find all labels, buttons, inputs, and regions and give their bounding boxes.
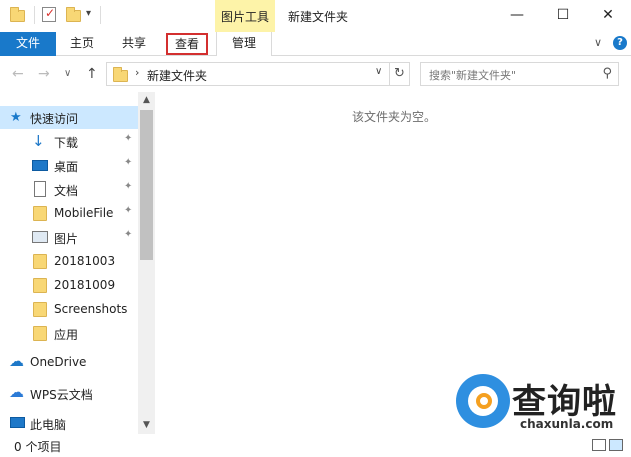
pin-icon[interactable]: ✦ [124,133,132,144]
sidebar-item-this-pc[interactable]: 此电脑 [0,412,138,435]
scroll-down-arrow[interactable]: ▼ [143,420,150,430]
computer-icon [10,417,25,428]
sidebar-item-onedrive[interactable]: ☁ OneDrive [0,351,138,374]
picture-tools-header: 图片工具 [215,0,275,32]
address-path[interactable]: 新建文件夹 [147,67,207,84]
sidebar-item-screenshots[interactable]: Screenshots [0,298,138,321]
download-icon: ↓ [32,132,45,150]
search-input[interactable]: 搜索"新建文件夹" ⚲ [420,62,619,86]
scroll-up-arrow[interactable]: ▲ [143,95,150,105]
sidebar-item-label: 桌面 [54,160,79,174]
minimize-button[interactable]: — [494,0,540,30]
sidebar-item-label: 图片 [54,232,79,246]
document-icon [34,181,46,197]
watermark-q-icon [476,393,492,409]
sidebar-item-quick-access[interactable]: ★ 快速访问 [0,106,138,129]
folder-icon [33,302,47,317]
divider [34,6,35,24]
pin-icon[interactable]: ✦ [124,205,132,216]
tab-view[interactable]: 查看 [166,33,208,55]
pin-icon[interactable]: ✦ [124,181,132,192]
picture-tools-label: 图片工具 [221,10,270,24]
sidebar-item-20181009[interactable]: 20181009 [0,274,138,297]
back-button[interactable]: ← [12,66,24,82]
sidebar-item-label: MobileFile [54,206,114,220]
maximize-button[interactable]: ☐ [540,0,586,30]
divider [100,6,101,24]
folder-icon [33,206,47,221]
sidebar-item-label: 20181003 [54,254,116,268]
empty-folder-message: 该文件夹为空。 [352,110,437,124]
sidebar-item-documents[interactable]: 文档 ✦ [0,178,138,201]
pin-icon[interactable]: ✦ [124,157,132,168]
sidebar-item-label: 20181009 [54,278,116,292]
item-count: 0 个项目 [14,440,62,454]
folder-icon [10,7,25,22]
sidebar-item-label: 下载 [54,136,79,150]
sidebar-item-20181003[interactable]: 20181003 [0,250,138,273]
sidebar-item-apps[interactable]: 应用 [0,322,138,345]
sidebar-item-label: 快速访问 [30,112,79,126]
folder-icon [33,254,47,269]
navigation-pane: ★ 快速访问 ↓ 下载 ✦ 桌面 ✦ 文档 ✦ MobileFile ✦ 图片 … [0,92,155,434]
customize-quick-access-icon[interactable]: ▾ [86,8,91,19]
sidebar-item-desktop[interactable]: 桌面 ✦ [0,154,138,177]
recent-locations-button[interactable]: ∨ [64,68,71,79]
up-button[interactable]: ↑ [86,66,98,82]
properties-icon[interactable]: ✓ [42,6,56,22]
ribbon-tabs: 文件 主页 共享 查看 管理 ∨ [0,32,631,56]
folder-icon [33,326,47,341]
pictures-icon [32,231,48,243]
window-title: 新建文件夹 [288,10,349,24]
search-icon: ⚲ [602,66,612,81]
status-bar: 0 个项目 [0,434,631,457]
folder-icon [113,67,128,82]
folder-icon [33,278,47,293]
tab-manage[interactable]: 管理 [216,32,272,56]
tab-file[interactable]: 文件 [0,32,56,56]
expand-ribbon-button[interactable]: ∨ [594,36,602,49]
sidebar-item-label: Screenshots [54,302,128,316]
sidebar-item-label: OneDrive [30,355,87,369]
help-icon[interactable]: ? [613,36,627,50]
details-view-button[interactable] [592,439,606,451]
path-separator[interactable]: › [135,66,139,79]
sidebar-item-pictures[interactable]: 图片 ✦ [0,226,138,249]
address-bar[interactable]: › 新建文件夹 ∨ [106,62,390,86]
search-placeholder: 搜索"新建文件夹" [429,69,517,82]
close-button[interactable]: ✕ [585,0,631,30]
sidebar-item-label: 应用 [54,328,79,342]
title-bar: ✓ ▾ 图片工具 新建文件夹 — ☐ ✕ [0,0,631,32]
sidebar-item-wps-cloud[interactable]: ☁ WPS云文档 [0,382,138,405]
sidebar-item-label: 此电脑 [30,418,67,432]
sidebar-item-downloads[interactable]: ↓ 下载 ✦ [0,130,138,153]
desktop-icon [32,160,48,171]
scrollbar-thumb[interactable] [140,110,153,260]
chevron-down-icon[interactable]: ∨ [375,66,382,77]
refresh-button[interactable]: ↻ [390,62,410,86]
star-icon: ★ [10,110,22,125]
new-folder-icon[interactable] [66,7,81,22]
tab-home[interactable]: 主页 [60,32,104,56]
watermark-text-en: chaxunla.com [520,417,614,431]
sidebar-item-mobilefile[interactable]: MobileFile ✦ [0,202,138,225]
forward-button[interactable]: → [38,66,50,82]
watermark-text-cn: 查询啦 [512,382,617,422]
pin-icon[interactable]: ✦ [124,229,132,240]
wps-cloud-icon: ☁ [9,383,24,401]
sidebar-item-label: 文档 [54,184,79,198]
large-icons-view-button[interactable] [609,439,623,451]
sidebar-item-label: WPS云文档 [30,388,93,402]
cloud-icon: ☁ [9,352,24,370]
tab-share[interactable]: 共享 [112,32,156,56]
